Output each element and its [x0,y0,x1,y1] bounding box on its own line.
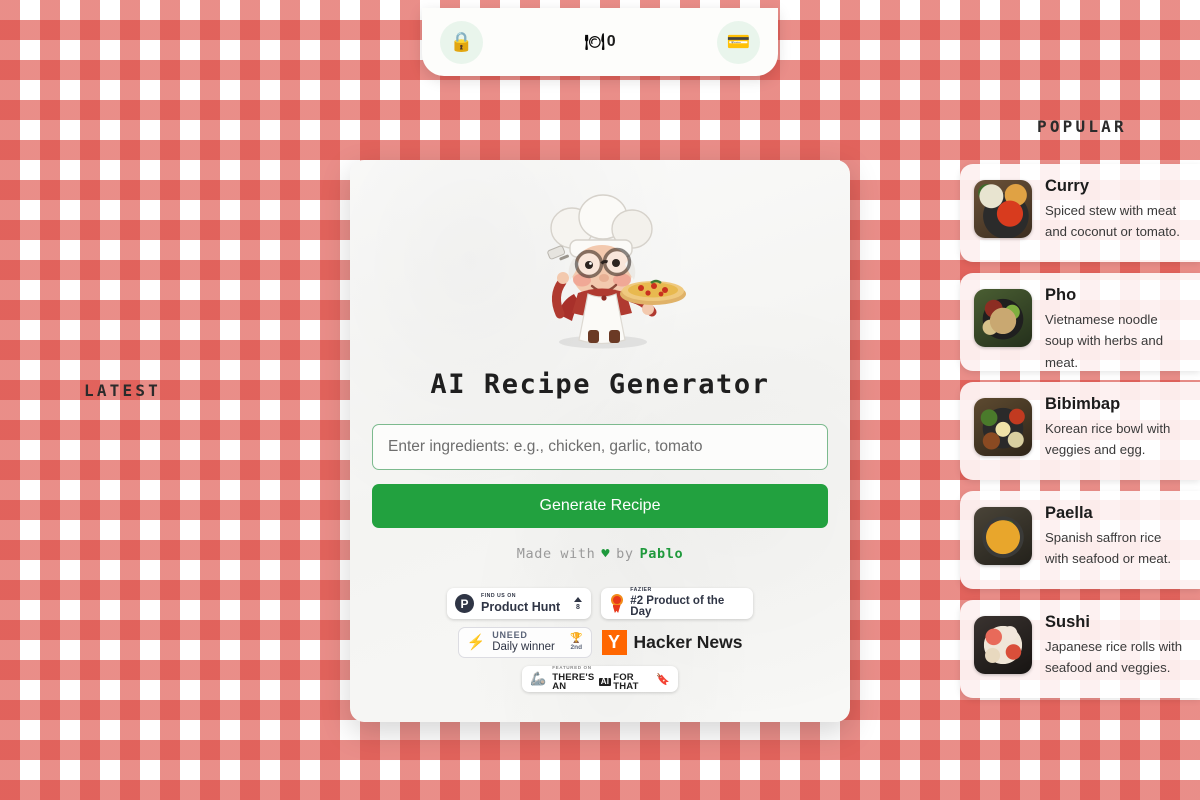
generate-recipe-button[interactable]: Generate Recipe [372,484,828,528]
list-item[interactable]: Paella Spanish saffron rice with seafood… [960,491,1200,589]
generator-card: AI Recipe Generator Generate Recipe Made… [350,160,850,722]
credit-by: by [616,546,634,562]
recipe-description: Spanish saffron rice with seafood or mea… [1045,530,1172,567]
bibimbap-thumbnail [974,398,1032,456]
upvote-count: 8 [576,603,580,611]
bookmark-icon: 🔖 [656,673,670,686]
medal-icon [609,594,623,613]
recipe-name: Sushi [1045,613,1090,631]
recipe-name: Pho [1045,286,1077,304]
plate-cutlery-icon: 🍽 [584,34,605,51]
badge-row-3: 🦾 FEATURED ON THERE'S AN AI FOR THAT 🔖 [522,666,678,692]
ingredients-input[interactable] [372,424,828,470]
curry-thumbnail [974,180,1032,238]
paella-thumbnail [974,507,1032,565]
credit-prefix: Made with [516,546,596,562]
popular-section-label: POPULAR [1037,117,1127,136]
uneed-rank-label: 2nd [570,643,583,651]
caret-up-icon [574,596,582,602]
page-title: AI Recipe Generator [430,369,770,400]
theres-an-ai-for-that-badge[interactable]: 🦾 FEATURED ON THERE'S AN AI FOR THAT 🔖 [522,666,678,692]
list-item[interactable]: Bibimbap Korean rice bowl with veggies a… [960,382,1200,480]
fazier-label: #2 Product of the Day [630,594,725,619]
uneed-badge[interactable]: ⚡ UNEED Daily winner 🏆 2nd [457,627,592,658]
heart-icon: ♥ [601,546,611,562]
latest-section-label: LATEST [84,381,161,400]
uneed-kicker: UNEED [492,630,528,641]
badge-group: P FIND US ON Product Hunt 8 FAZIER #2 Pr… [378,588,822,692]
billing-button[interactable]: 💳 [717,20,760,64]
list-item[interactable]: Sushi Japanese rice rolls with seafood a… [960,600,1200,698]
product-hunt-upvotes: 8 [574,596,582,611]
credits-counter: 🍽 0 [584,32,615,52]
product-hunt-kicker: FIND US ON [481,592,516,599]
taft-label-after: FOR THAT [613,671,639,693]
taft-label-before: THERE'S AN [552,671,595,693]
taft-kicker: FEATURED ON [552,665,592,671]
list-item[interactable]: Pho Vietnamese noodle soup with herbs an… [960,273,1200,371]
recipe-name: Bibimbap [1045,395,1121,413]
taft-ai-chip: AI [598,677,612,687]
credit-author-link[interactable]: Pablo [640,546,684,562]
product-hunt-label: Product Hunt [481,599,561,614]
bolt-icon: ⚡ [466,634,486,651]
recipe-description: Spiced stew with meat and coconut or tom… [1045,203,1180,240]
login-button[interactable]: 🔒 [440,20,483,64]
recipe-description: Vietnamese noodle soup with herbs and me… [1045,312,1164,370]
recipe-name: Curry [1045,177,1090,195]
taft-label: THERE'S AN AI FOR THAT [552,673,650,692]
recipe-description: Korean rice bowl with veggies and egg. [1045,421,1171,458]
uneed-rank: 🏆 2nd [570,632,583,652]
lock-icon: 🔒 [449,31,474,53]
hacker-news-badge[interactable]: Y Hacker News [601,629,743,657]
recipe-description: Japanese rice rolls with seafood and veg… [1045,639,1183,676]
recipe-name: Paella [1045,504,1093,522]
uneed-label: Daily winner [492,641,555,654]
sushi-thumbnail [974,616,1032,674]
product-hunt-icon: P [455,594,474,613]
pho-thumbnail [974,289,1032,347]
top-bar: 🔒 🍽 0 💳 [422,8,778,76]
hacker-news-label: Hacker News [633,632,743,652]
credit-card-icon: 💳 [726,31,751,53]
popular-recipes-list: Curry Spiced stew with meat and coconut … [960,164,1200,698]
grandma-chef-illustration [505,188,695,353]
made-with-credit: Made with ♥ by Pablo [517,546,683,562]
fazier-badge[interactable]: FAZIER #2 Product of the Day [601,588,753,619]
badge-row-1: P FIND US ON Product Hunt 8 FAZIER #2 Pr… [447,588,753,619]
credits-count: 0 [606,33,616,50]
product-hunt-badge[interactable]: P FIND US ON Product Hunt 8 [447,588,591,619]
hacker-news-icon: Y [601,630,627,655]
trophy-icon: 🏆 [570,632,583,644]
badge-row-2: ⚡ UNEED Daily winner 🏆 2nd Y Hacker News [457,627,743,658]
fazier-kicker: FAZIER [630,587,652,594]
list-item[interactable]: Curry Spiced stew with meat and coconut … [960,164,1200,262]
robot-arm-icon: 🦾 [530,671,547,686]
